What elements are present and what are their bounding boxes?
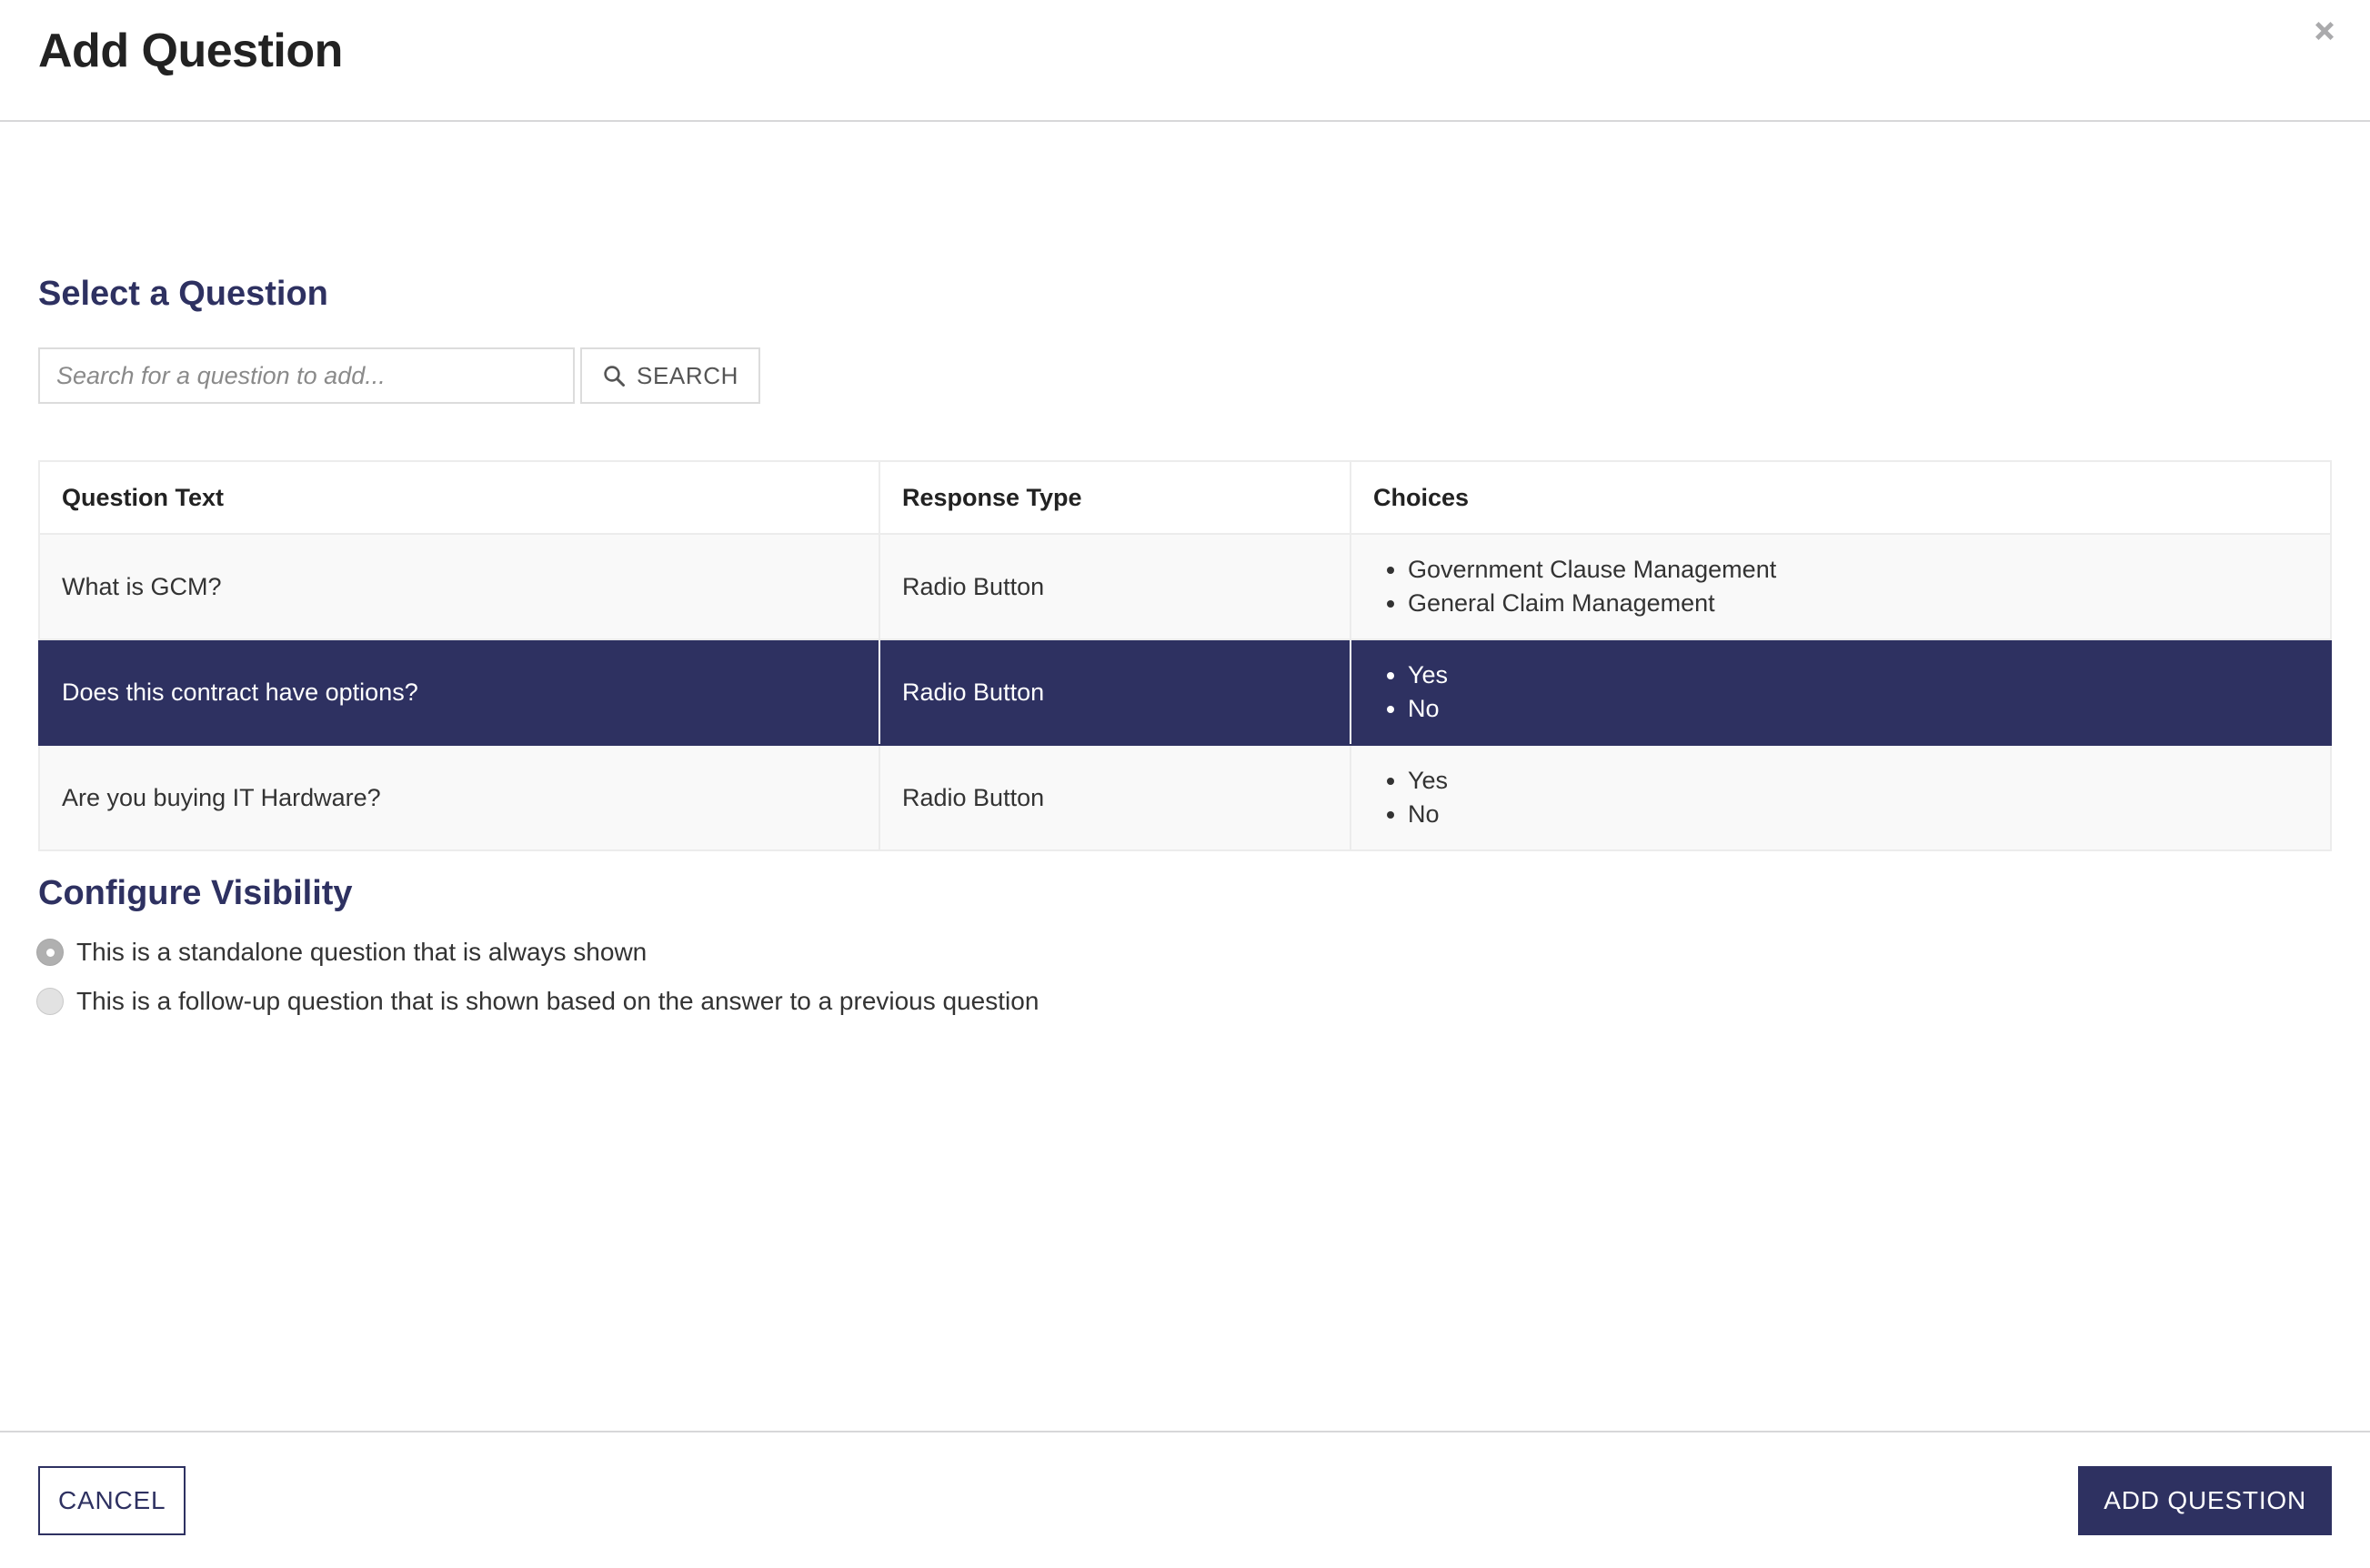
cell-question-text: Are you buying IT Hardware? <box>38 744 880 851</box>
radio-button-selected-icon[interactable] <box>36 939 64 966</box>
cell-question-text: What is GCM? <box>38 533 880 640</box>
cell-response-type: Radio Button <box>879 744 1351 851</box>
choice-item: Yes <box>1408 658 2308 692</box>
cell-question-text: Does this contract have options? <box>38 638 880 746</box>
choice-list: Government Clause ManagementGeneral Clai… <box>1373 553 2308 621</box>
page-title: Add Question <box>38 25 343 77</box>
visibility-option-standalone[interactable]: This is a standalone question that is al… <box>36 939 647 966</box>
search-row: SEARCH <box>38 347 760 404</box>
choice-item: No <box>1408 692 2308 726</box>
table-body: What is GCM?Radio ButtonGovernment Claus… <box>38 533 2332 851</box>
modal-body: Select a Question SEARCH <box>0 122 2370 1431</box>
table-header-row: Question Text Response Type Choices <box>38 460 2332 535</box>
modal-header: Add Question <box>0 0 2370 122</box>
visibility-option-standalone-label: This is a standalone question that is al… <box>76 938 648 966</box>
cell-choices: Government Clause ManagementGeneral Clai… <box>1350 533 2332 640</box>
choice-list: YesNo <box>1373 658 2308 727</box>
search-input[interactable] <box>38 347 575 404</box>
cell-choices: YesNo <box>1350 638 2332 746</box>
search-button[interactable]: SEARCH <box>580 347 760 404</box>
choice-item: Government Clause Management <box>1408 553 2308 587</box>
choice-list: YesNo <box>1373 764 2308 832</box>
cell-response-type: Radio Button <box>879 638 1351 746</box>
questions-table: Question Text Response Type Choices What… <box>38 460 2332 851</box>
table-row[interactable]: What is GCM?Radio Button Government Claus… <box>38 533 2332 640</box>
visibility-option-followup-label: This is a follow-up question that is sho… <box>76 987 1039 1015</box>
table-row[interactable]: Are you buying IT Hardware?Radio Button Y… <box>38 744 2332 851</box>
choice-item: No <box>1408 798 2308 831</box>
cell-choices: YesNo <box>1350 744 2332 851</box>
configure-visibility-heading: Configure Visibility <box>38 874 353 912</box>
cancel-button[interactable]: CANCEL <box>38 1465 186 1535</box>
visibility-option-followup[interactable]: This is a follow-up question that is sho… <box>36 988 1039 1015</box>
add-question-modal: Add Question Select a Question SEARCH <box>0 0 2370 1568</box>
add-question-button[interactable]: ADD QUESTION <box>2078 1465 2332 1535</box>
table-header: Question Text Response Type Choices <box>38 460 2332 535</box>
select-question-heading: Select a Question <box>38 275 328 313</box>
close-icon <box>2309 15 2340 46</box>
choice-item: General Claim Management <box>1408 587 2308 620</box>
column-header-response-type: Response Type <box>879 460 1351 535</box>
radio-button-unselected-icon[interactable] <box>36 988 64 1015</box>
cell-response-type: Radio Button <box>879 533 1351 640</box>
column-header-question-text: Question Text <box>38 460 880 535</box>
close-button[interactable] <box>2299 5 2350 56</box>
modal-footer: CANCEL ADD QUESTION <box>0 1431 2370 1568</box>
search-button-label: SEARCH <box>637 361 738 389</box>
column-header-choices: Choices <box>1350 460 2332 535</box>
choice-item: Yes <box>1408 764 2308 798</box>
search-icon <box>602 364 626 387</box>
table-row[interactable]: Does this contract have options? Radio Bu… <box>38 638 2332 746</box>
